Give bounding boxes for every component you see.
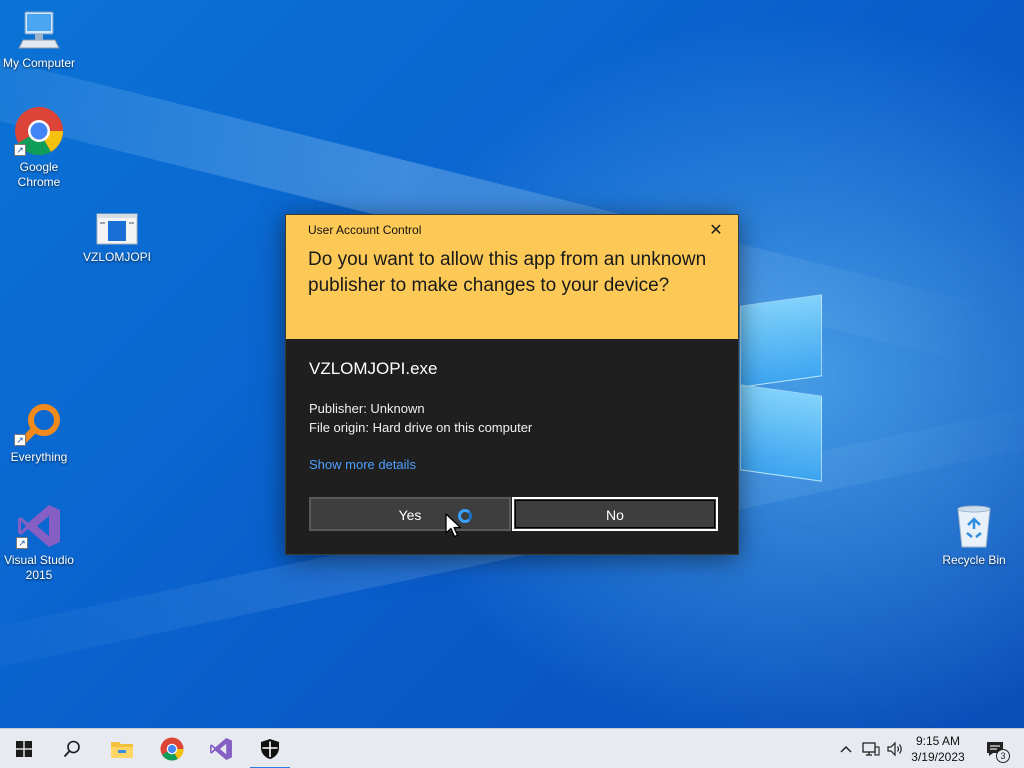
uac-header: User Account Control ✕ Do you want to al… [286, 215, 738, 339]
shortcut-arrow-icon: ↗ [14, 144, 26, 156]
clock-date: 3/19/2023 [911, 750, 965, 764]
clock-time: 9:15 AM [915, 734, 961, 748]
loading-spinner-icon [458, 509, 472, 523]
action-center-button[interactable]: 3 [978, 729, 1012, 768]
visual-studio-icon: ↗ [16, 503, 62, 549]
uac-publisher: Publisher: Unknown [309, 401, 425, 416]
uac-app-name: VZLOMJOPI.exe [309, 359, 438, 378]
show-more-details-link[interactable]: Show more details [309, 457, 416, 472]
taskbar-file-explorer[interactable] [98, 729, 146, 768]
desktop-icon-visual-studio-2015[interactable]: ↗ Visual Studio 2015 [0, 503, 79, 583]
yes-button-label: Yes [398, 507, 422, 523]
uac-caption: User Account Control [308, 223, 422, 237]
recycle-bin-icon [954, 503, 994, 549]
file-explorer-icon [111, 742, 133, 758]
uac-body: VZLOMJOPI.exe Publisher: Unknown File or… [286, 339, 738, 474]
start-button[interactable] [0, 729, 48, 768]
desktop-icon-label: Recycle Bin [942, 553, 1006, 567]
taskbar-security-shield[interactable] [246, 729, 294, 768]
no-button[interactable]: No [512, 497, 718, 531]
desktop-icon-label: Visual Studio 2015 [4, 553, 74, 582]
chrome-icon: ↗ [14, 106, 64, 156]
close-icon[interactable]: ✕ [702, 219, 730, 243]
no-button-label: No [606, 507, 624, 523]
desktop-icon-recycle-bin[interactable]: Recycle Bin [934, 503, 1014, 568]
shortcut-arrow-icon: ↗ [16, 537, 28, 549]
desktop-icon-my-computer[interactable]: My Computer [0, 10, 79, 71]
network-icon[interactable] [860, 729, 882, 768]
desktop-icon-google-chrome[interactable]: ↗ Google Chrome [0, 106, 79, 190]
app-icon [96, 212, 138, 246]
taskbar-search-button[interactable] [48, 729, 96, 768]
desktop-icon-everything[interactable]: ↗ Everything [0, 404, 79, 465]
taskbar: 9:15 AM 3/19/2023 3 [0, 728, 1024, 768]
start-icon [16, 741, 32, 757]
taskbar-chrome[interactable] [148, 729, 196, 768]
security-shield-icon [261, 739, 279, 759]
desktop-icon-vzlomjopi[interactable]: VZLOMJOPI [77, 212, 157, 265]
desktop-icon-label: My Computer [2, 56, 76, 70]
everything-search-icon: ↗ [14, 404, 64, 446]
desktop-icon-label: Everything [10, 450, 68, 464]
desktop-icon-label: VZLOMJOPI [82, 250, 151, 264]
computer-icon [17, 10, 61, 52]
uac-buttons: Yes No [309, 497, 719, 534]
visual-studio-icon [210, 738, 232, 760]
yes-button[interactable]: Yes [309, 497, 511, 531]
uac-file-origin: File origin: Hard drive on this computer [309, 420, 533, 435]
search-icon [63, 740, 80, 758]
shortcut-arrow-icon: ↗ [14, 434, 26, 446]
desktop-icon-label: Google Chrome [17, 160, 61, 189]
uac-dialog: User Account Control ✕ Do you want to al… [285, 214, 739, 555]
taskbar-visual-studio[interactable] [197, 729, 245, 768]
chrome-icon [160, 737, 184, 761]
notification-count-badge: 3 [996, 749, 1010, 763]
taskbar-clock[interactable]: 9:15 AM 3/19/2023 [903, 733, 973, 765]
tray-overflow-chevron-up-icon[interactable] [836, 729, 856, 768]
uac-question: Do you want to allow this app from an un… [308, 249, 707, 296]
